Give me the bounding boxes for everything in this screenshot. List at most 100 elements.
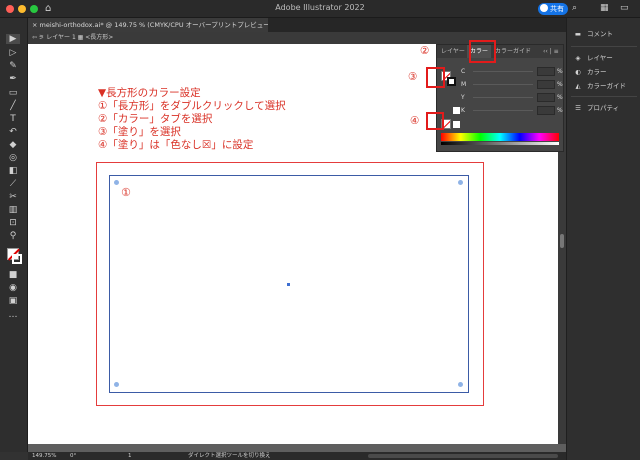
panel-layout-icon[interactable]: ▭: [620, 3, 629, 13]
dock-label: レイヤー: [587, 54, 613, 62]
paintbrush-tool-icon[interactable]: ╱: [6, 101, 20, 111]
percent-label: %: [557, 94, 563, 101]
channel-value-field[interactable]: [537, 93, 555, 102]
channel-slider[interactable]: [473, 97, 533, 98]
anchor-point[interactable]: [458, 180, 463, 185]
status-bar: 149.75% 0° 1 ダイレクト選択ツールを切り換え: [28, 452, 566, 460]
callout-number-3: ③: [408, 71, 418, 83]
workspace-switcher-icon[interactable]: ▦: [600, 3, 609, 13]
eyedropper-tool-icon[interactable]: ⟋: [6, 179, 20, 189]
dock-label: コメント: [587, 30, 613, 38]
more-tools-icon[interactable]: …: [6, 310, 20, 320]
draw-mode-icon[interactable]: ◉: [6, 283, 20, 293]
right-dock: ▬ コメント ◈ レイヤー ◐ カラー ◭ カラーガイド ☰ プロパティ: [566, 18, 640, 460]
artboard-tool-icon[interactable]: ⊡: [6, 218, 20, 228]
channel-c: C %: [461, 67, 563, 76]
zoom-level[interactable]: 149.75%: [32, 452, 56, 460]
dock-label: カラー: [587, 68, 607, 76]
divider: [571, 96, 637, 97]
panel-stroke-swatch[interactable]: [447, 77, 456, 86]
status-message: ダイレクト選択ツールを切り換え: [188, 453, 271, 459]
channel-m: M %: [461, 80, 563, 89]
scroll-thumb[interactable]: [560, 234, 564, 248]
channel-label: C: [461, 68, 466, 75]
dock-label: カラーガイド: [587, 82, 626, 90]
color-guide-icon: ◭: [575, 82, 581, 90]
screen-mode-icon[interactable]: ▣: [6, 296, 20, 306]
dock-color-guide[interactable]: ◭ カラーガイド: [573, 80, 627, 92]
callout-fill-box: [426, 67, 445, 88]
grayscale-ramp[interactable]: [441, 142, 559, 145]
percent-label: %: [557, 81, 563, 88]
color-icon: ◐: [575, 68, 581, 76]
center-point: [287, 283, 290, 286]
color-panel: レイヤー カラー カラーガイド ‹‹ | ≡ C % M % Y % K %: [436, 44, 564, 152]
dock-color[interactable]: ◐ カラー: [573, 66, 607, 78]
search-icon[interactable]: ⌕: [572, 3, 577, 13]
panel-menu-icon[interactable]: ‹‹ | ≡: [543, 45, 559, 58]
document-tab[interactable]: × meishi-orthodox.ai* @ 149.75 % (CMYK/C…: [28, 18, 268, 32]
dock-label: プロパティ: [587, 104, 620, 112]
document-tab-bar: × meishi-orthodox.ai* @ 149.75 % (CMYK/C…: [28, 18, 566, 32]
callout-number-1: ①: [121, 186, 131, 199]
channel-slider[interactable]: [473, 110, 533, 111]
white-color-button[interactable]: [453, 121, 460, 128]
artboard-number[interactable]: 1: [128, 452, 132, 460]
callout-none-box: [426, 112, 444, 130]
dock-layers[interactable]: ◈ レイヤー: [573, 52, 613, 64]
type-tool-icon[interactable]: T: [6, 114, 20, 124]
callout-color-tab-box: [469, 40, 496, 63]
shape-builder-tool-icon[interactable]: ◎: [6, 153, 20, 163]
channel-label: Y: [461, 94, 465, 101]
tab-layers[interactable]: レイヤー: [441, 45, 465, 58]
zoom-tool-icon[interactable]: ⚲: [6, 231, 20, 241]
rotation-value[interactable]: 0°: [70, 452, 76, 460]
channel-value-field[interactable]: [537, 80, 555, 89]
rotate-tool-icon[interactable]: ↶: [6, 127, 20, 137]
white-swatch[interactable]: [453, 107, 460, 114]
channel-slider[interactable]: [473, 84, 533, 85]
title-bar: ⌂ Adobe Illustrator 2022 共有 ⌕ ▦ ▭: [0, 0, 640, 18]
tab-color-guide[interactable]: カラーガイド: [495, 45, 531, 58]
channel-label: K: [461, 107, 465, 114]
callout-number-2: ②: [420, 45, 430, 57]
selection-tool-icon[interactable]: ▶: [6, 34, 20, 44]
properties-icon: ☰: [575, 104, 581, 112]
eraser-tool-icon[interactable]: ◆: [6, 140, 20, 150]
horizontal-scrollbar[interactable]: [368, 454, 558, 458]
user-icon: [540, 4, 548, 12]
divider: [571, 46, 637, 47]
channel-slider[interactable]: [473, 71, 533, 72]
anchor-point[interactable]: [114, 180, 119, 185]
magic-wand-tool-icon[interactable]: ✎: [6, 61, 20, 71]
anchor-point[interactable]: [458, 382, 463, 387]
anchor-point[interactable]: [114, 382, 119, 387]
color-spectrum[interactable]: [441, 133, 559, 141]
pen-tool-icon[interactable]: ✒: [6, 74, 20, 84]
color-mode-icon[interactable]: ■: [6, 270, 20, 280]
panel-tabs: レイヤー カラー カラーガイド ‹‹ | ≡: [437, 45, 563, 58]
tools-panel: ▶ ▷ ✎ ✒ ▭ ╱ T ↶ ◆ ◎ ◧ ⟋ ✂ ▥ ⊡ ⚲ ■ ◉ ▣ …: [0, 18, 28, 452]
percent-label: %: [557, 107, 563, 114]
perspective-tool-icon[interactable]: ◧: [6, 166, 20, 176]
instruction-text: ▼長方形のカラー設定 ①「長方形」をダブルクリックして選択 ②「カラー」タブを選…: [98, 87, 286, 151]
blend-tool-icon[interactable]: ✂: [6, 192, 20, 202]
stroke-swatch[interactable]: [12, 254, 22, 264]
percent-label: %: [557, 68, 563, 75]
channel-value-field[interactable]: [537, 67, 555, 76]
graph-tool-icon[interactable]: ▥: [6, 205, 20, 215]
share-button[interactable]: 共有: [538, 3, 568, 15]
rectangle-tool-icon[interactable]: ▭: [6, 88, 20, 98]
channel-k: K %: [461, 106, 563, 115]
comment-icon: ▬: [574, 30, 582, 38]
dock-properties[interactable]: ☰ プロパティ: [573, 102, 619, 114]
share-label: 共有: [550, 5, 564, 13]
channel-value-field[interactable]: [537, 106, 555, 115]
layers-icon: ◈: [575, 54, 581, 62]
callout-number-4: ④: [410, 115, 420, 127]
channel-y: Y %: [461, 93, 563, 102]
illustrator-window: ⌂ Adobe Illustrator 2022 共有 ⌕ ▦ ▭ ▶ ▷ ✎ …: [0, 0, 640, 460]
channel-label: M: [461, 81, 467, 88]
dock-comments[interactable]: ▬ コメント: [573, 28, 613, 40]
direct-selection-tool-icon[interactable]: ▷: [6, 48, 20, 58]
